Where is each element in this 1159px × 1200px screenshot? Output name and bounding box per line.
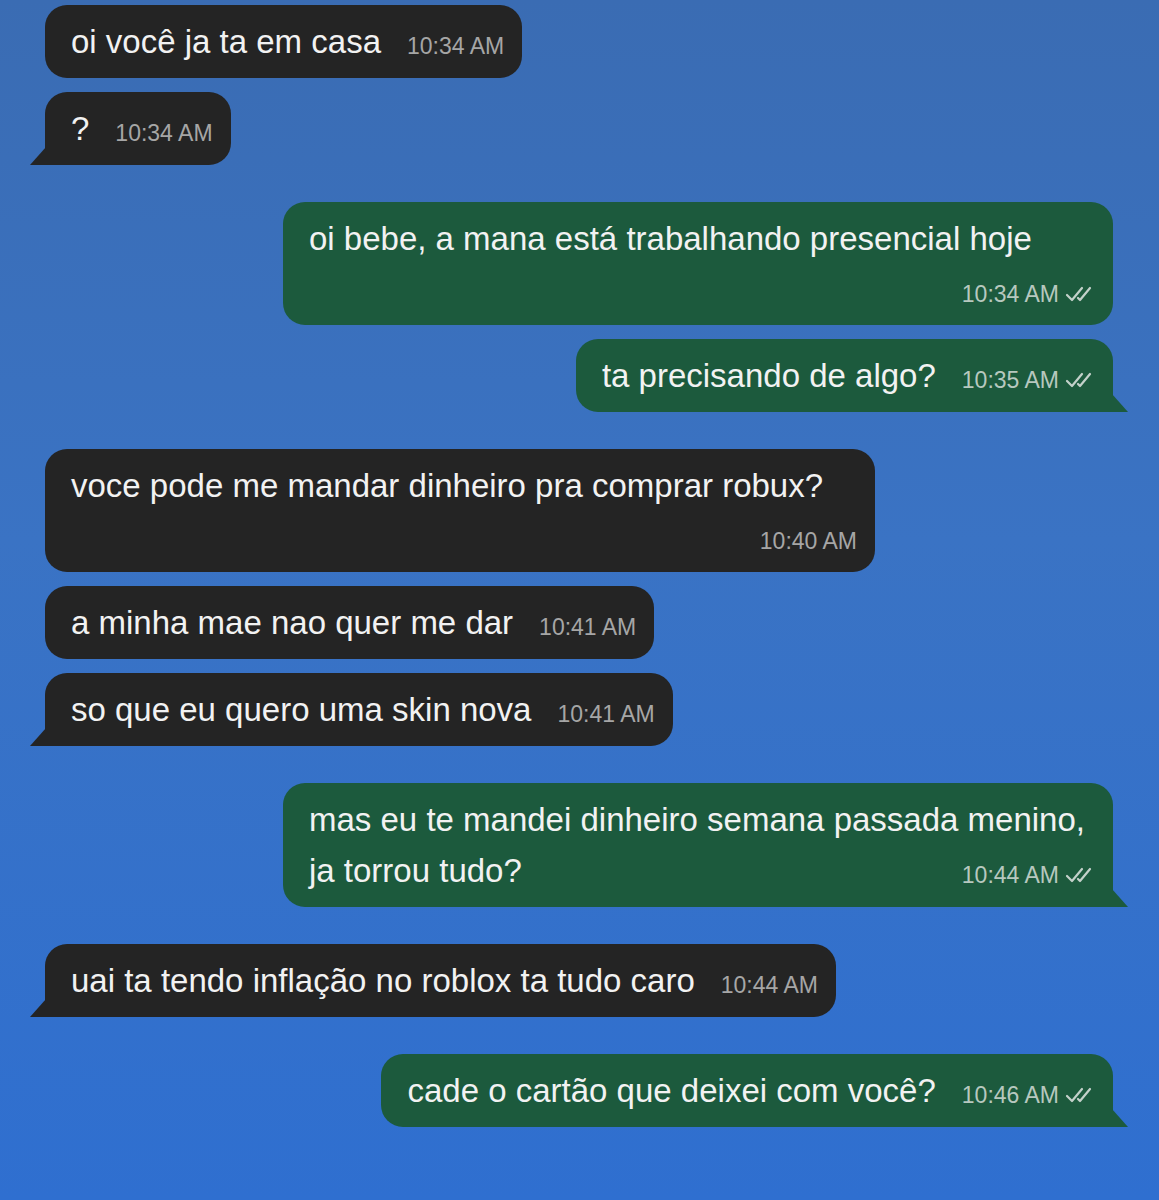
message-time: 10:35 AM	[962, 360, 1059, 400]
outgoing-message[interactable]: cade o cartão que deixei com você? 10:46 …	[381, 1054, 1113, 1127]
message-time: 10:34 AM	[115, 113, 212, 153]
message-time: 10:44 AM	[721, 965, 818, 1005]
message-text: a minha mae nao quer me dar	[71, 604, 513, 641]
message-row: voce pode me mandar dinheiro pra comprar…	[45, 449, 1113, 572]
message-text: cade o cartão que deixei com você?	[407, 1072, 935, 1109]
message-meta: 10:34 AM	[115, 113, 212, 153]
incoming-message[interactable]: so que eu quero uma skin nova 10:41 AM	[45, 673, 673, 746]
message-text: uai ta tendo inflação no roblox ta tudo …	[71, 962, 695, 999]
message-meta: 10:35 AM	[962, 360, 1095, 400]
outgoing-message[interactable]: oi bebe, a mana está trabalhando presenc…	[283, 202, 1113, 325]
message-text: ?	[71, 110, 89, 147]
message-text: ta precisando de algo?	[602, 357, 936, 394]
message-row: uai ta tendo inflação no roblox ta tudo …	[45, 944, 1113, 1017]
message-row: mas eu te mandei dinheiro semana passada…	[45, 783, 1113, 907]
incoming-message[interactable]: uai ta tendo inflação no roblox ta tudo …	[45, 944, 836, 1017]
double-check-icon	[1065, 284, 1095, 304]
message-time: 10:41 AM	[557, 694, 654, 734]
message-meta: 10:44 AM	[721, 965, 818, 1005]
chat-screen: oi você ja ta em casa10:34 AM?10:34 AMoi…	[0, 0, 1159, 1200]
message-meta: 10:41 AM	[557, 694, 654, 734]
message-time: 10:46 AM	[962, 1075, 1059, 1115]
message-row: oi bebe, a mana está trabalhando presenc…	[45, 202, 1113, 325]
message-meta: 10:44 AM	[962, 855, 1095, 895]
message-time: 10:41 AM	[539, 607, 636, 647]
double-check-icon	[1065, 1085, 1095, 1105]
outgoing-message[interactable]: ta precisando de algo? 10:35 AM	[576, 339, 1113, 412]
message-text: voce pode me mandar dinheiro pra comprar…	[71, 467, 823, 504]
incoming-message[interactable]: voce pode me mandar dinheiro pra comprar…	[45, 449, 875, 572]
message-row: cade o cartão que deixei com você? 10:46 …	[45, 1054, 1113, 1127]
double-check-icon	[1065, 370, 1095, 390]
message-time: 10:40 AM	[760, 521, 857, 561]
message-text: so que eu quero uma skin nova	[71, 691, 531, 728]
message-text: oi você ja ta em casa	[71, 23, 381, 60]
incoming-message[interactable]: a minha mae nao quer me dar 10:41 AM	[45, 586, 654, 659]
message-row: ta precisando de algo? 10:35 AM	[45, 339, 1113, 412]
message-meta: 10:40 AM	[760, 521, 857, 561]
message-meta: 10:34 AM	[407, 26, 504, 66]
message-row: ? 10:34 AM	[45, 92, 1113, 165]
message-meta: 10:41 AM	[539, 607, 636, 647]
outgoing-message[interactable]: mas eu te mandei dinheiro semana passada…	[283, 783, 1113, 907]
message-time: 10:44 AM	[962, 855, 1059, 895]
message-meta: 10:34 AM	[962, 274, 1095, 314]
message-meta: 10:46 AM	[962, 1075, 1095, 1115]
message-row: oi você ja ta em casa 10:34 AM	[45, 5, 1113, 78]
message-row: so que eu quero uma skin nova 10:41 AM	[45, 673, 1113, 746]
message-time: 10:34 AM	[962, 274, 1059, 314]
double-check-icon	[1065, 865, 1095, 885]
incoming-message[interactable]: oi você ja ta em casa 10:34 AM	[45, 5, 522, 78]
message-row: a minha mae nao quer me dar 10:41 AM	[45, 586, 1113, 659]
incoming-message[interactable]: ? 10:34 AM	[45, 92, 231, 165]
message-time: 10:34 AM	[407, 26, 504, 66]
message-text: oi bebe, a mana está trabalhando presenc…	[309, 220, 1032, 257]
